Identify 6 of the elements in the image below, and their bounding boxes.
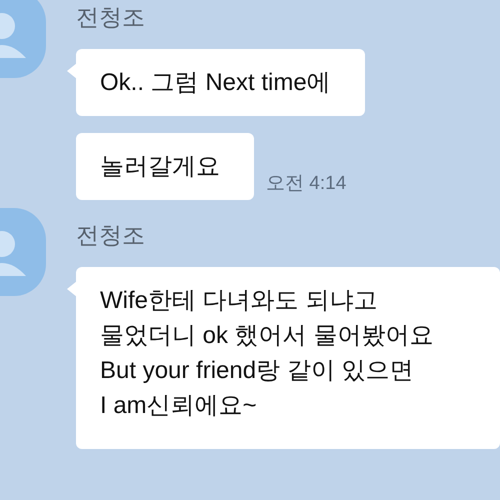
timestamp: 오전 4:14 <box>266 172 346 196</box>
message-bubble: 놀러갈게요 <box>76 133 254 200</box>
bubble-tail <box>67 63 77 79</box>
bubble-tail <box>67 281 77 297</box>
sender-name: 전청조 <box>76 3 146 32</box>
sender-name: 전청조 <box>76 221 146 250</box>
